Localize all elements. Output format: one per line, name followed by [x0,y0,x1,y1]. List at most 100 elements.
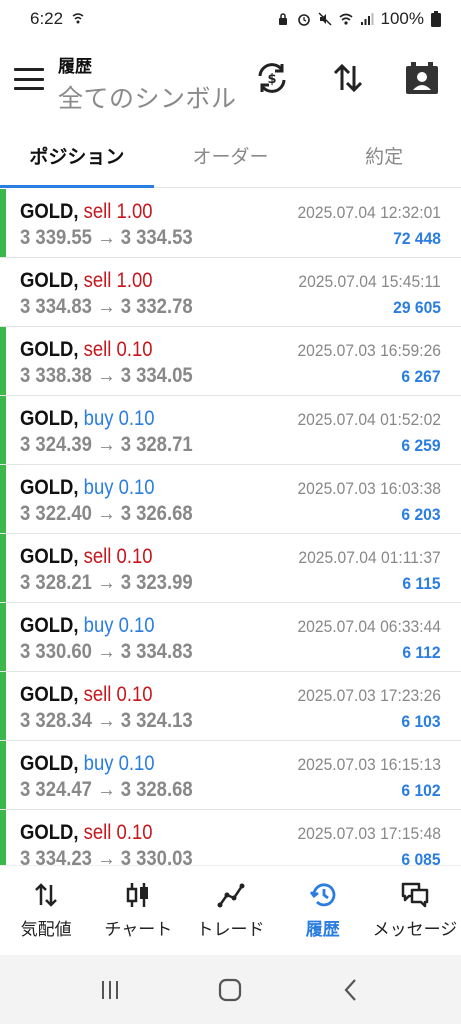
trade-prices: 3 324.39 → 3 328.71 [20,433,193,457]
trade-prices: 3 330.60 → 3 334.83 [20,640,193,664]
trade-profit: 29 605 [393,298,441,317]
price-arrow: → [97,571,116,594]
trade-row[interactable]: GOLD, sell 0.10 3 338.38 → 3 334.05 2025… [0,327,461,396]
nav-messages[interactable]: メッセージ [369,866,461,955]
symbol-name: GOLD, [20,545,79,568]
trade-symbol: GOLD, sell 1.00 [20,269,153,293]
trade-profit: 6 115 [402,574,441,593]
header-titles[interactable]: 履歴 全てのシンボル [58,52,237,115]
trade-row[interactable]: GOLD, buy 0.10 3 324.39 → 3 328.71 2025.… [0,396,461,465]
open-price: 3 324.47 [20,778,92,801]
trade-icon [217,883,244,908]
trade-symbol: GOLD, sell 0.10 [20,545,153,569]
tab-positions[interactable]: ポジション [0,124,154,188]
trade-symbol: GOLD, buy 0.10 [20,476,155,500]
trade-prices: 3 338.38 → 3 334.05 [20,364,193,388]
close-price: 3 324.13 [120,709,193,732]
app-header: 履歴 全てのシンボル $ [0,38,461,124]
trade-volume: 1.00 [116,200,153,223]
open-price: 3 328.21 [20,571,92,594]
open-price: 3 322.40 [20,502,92,525]
nav-trade-label: トレード [196,920,265,939]
nav-history-label: 履歴 [305,920,340,939]
alarm-icon [297,14,310,26]
trade-volume: 1.00 [116,269,153,292]
trade-time: 2025.07.04 12:32:01 [297,203,441,222]
trade-row[interactable]: GOLD, buy 0.10 3 322.40 → 3 326.68 2025.… [0,465,461,534]
position-marker [0,396,6,464]
open-price: 3 334.23 [20,847,92,865]
close-price: 3 326.68 [120,502,193,525]
trade-profit: 6 112 [402,643,441,662]
trade-prices: 3 339.55 → 3 334.53 [20,226,193,250]
trade-prices: 3 322.40 → 3 326.68 [20,502,193,526]
open-price: 3 334.83 [20,295,92,318]
trade-profit: 6 103 [401,712,441,731]
trade-prices: 3 334.23 → 3 330.03 [20,847,193,865]
home-icon[interactable] [216,976,244,1004]
nav-trade[interactable]: トレード [184,866,276,955]
trade-side: buy [83,476,114,499]
trade-row[interactable]: GOLD, sell 0.10 3 328.34 → 3 324.13 2025… [0,672,461,741]
back-icon[interactable] [337,976,365,1004]
open-price: 3 328.34 [20,709,92,732]
battery-percent: 100% [380,9,424,28]
trade-time: 2025.07.03 16:03:38 [297,479,441,498]
trade-profit: 6 102 [401,781,441,800]
currency-exchange-icon[interactable]: $ [254,60,290,96]
recents-icon[interactable] [96,976,124,1004]
position-marker [0,741,6,809]
system-nav-bar [0,955,461,1024]
close-price: 3 328.68 [120,778,193,801]
nav-quotes[interactable]: 気配値 [0,866,92,955]
trade-side: sell [83,683,112,706]
sort-icon[interactable] [330,60,366,96]
trade-side: sell [83,200,112,223]
tab-orders[interactable]: オーダー [154,124,308,187]
price-arrow: → [97,778,116,801]
trade-side: sell [83,545,112,568]
position-marker [0,189,6,257]
trade-time: 2025.07.04 01:52:02 [297,410,441,429]
trade-prices: 3 328.34 → 3 324.13 [20,709,193,733]
trade-volume: 0.10 [116,338,153,361]
menu-button[interactable] [14,68,44,90]
nav-chart[interactable]: チャート [92,866,184,955]
trade-row[interactable]: GOLD, sell 1.00 3 339.55 → 3 334.53 2025… [0,189,461,258]
close-price: 3 334.83 [120,640,193,663]
open-price: 3 324.39 [20,433,92,456]
trade-profit: 6 259 [401,436,441,455]
trade-symbol: GOLD, sell 0.10 [20,683,153,707]
wifi-call-icon [72,13,84,24]
trade-row[interactable]: GOLD, sell 1.00 3 334.83 → 3 332.78 2025… [0,258,461,327]
trade-row[interactable]: GOLD, buy 0.10 3 324.47 → 3 328.68 2025.… [0,741,461,810]
price-arrow: → [97,226,116,249]
tab-deals[interactable]: 約定 [307,124,461,187]
trade-side: sell [83,821,112,844]
trade-side: sell [83,338,112,361]
wifi-icon [339,13,353,25]
nav-history[interactable]: 履歴 [277,866,369,955]
trade-volume: 0.10 [116,545,153,568]
nav-messages-label: メッセージ [372,920,458,939]
nav-quotes-label: 気配値 [20,920,72,939]
price-arrow: → [97,295,116,318]
report-icon[interactable] [404,60,440,96]
trade-row[interactable]: GOLD, sell 0.10 3 334.23 → 3 330.03 2025… [0,810,461,865]
symbol-filter[interactable]: 全てのシンボル [58,79,237,115]
trade-volume: 0.10 [118,407,155,430]
messages-icon [401,882,429,908]
chart-icon [127,883,149,907]
trade-volume: 0.10 [118,614,155,637]
svg-text:$: $ [267,72,276,87]
trade-row[interactable]: GOLD, buy 0.10 3 330.60 → 3 334.83 2025.… [0,603,461,672]
trade-profit: 72 448 [393,229,441,248]
trade-prices: 3 328.21 → 3 323.99 [20,571,193,595]
lock-icon [278,13,287,25]
trade-prices: 3 334.83 → 3 332.78 [20,295,193,319]
battery-icon [431,11,441,27]
trade-list: GOLD, sell 1.00 3 339.55 → 3 334.53 2025… [0,189,461,865]
open-price: 3 339.55 [20,226,92,249]
trade-row[interactable]: GOLD, sell 0.10 3 328.21 → 3 323.99 2025… [0,534,461,603]
trade-time: 2025.07.03 17:15:48 [297,824,441,843]
